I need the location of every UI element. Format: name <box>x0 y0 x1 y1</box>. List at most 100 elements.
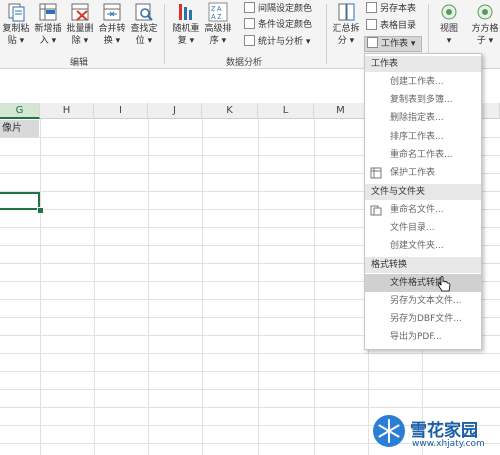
grid-line <box>0 353 500 354</box>
cell-g1[interactable]: 像片 <box>0 120 39 137</box>
column-header-g[interactable]: G <box>0 103 40 119</box>
summary-split-label-2: 分 ▾ <box>337 36 355 46</box>
group-data-analysis-label: 数据分析 <box>226 58 263 68</box>
interval-color-label: 间隔设定颜色 <box>258 4 313 14</box>
worksheet-label: 工作表 ▾ <box>381 39 416 49</box>
copy-paste-label-2: 贴 ▾ <box>7 36 25 46</box>
rename-files-label: 重命名文件... <box>390 205 444 215</box>
random-repeat-label-2: 复 ▾ <box>177 36 195 46</box>
find-locate-label-1: 查找定 <box>130 24 158 34</box>
insert-button[interactable]: 新增插 入 ▾ <box>34 2 62 47</box>
stats-analysis-button[interactable]: 统计与分析 ▾ <box>244 35 310 49</box>
copy-paste-button[interactable]: 复制粘 贴 ▾ <box>2 2 30 47</box>
menu-item-file-directory[interactable]: 文件目录... <box>365 219 481 237</box>
menu-item-delete-sheet[interactable]: 删除指定表... <box>365 109 481 127</box>
stats-analysis-label: 统计与分析 ▾ <box>258 37 311 47</box>
fill-handle[interactable] <box>37 207 44 214</box>
find-locate-icon <box>134 2 154 22</box>
grid-line <box>0 407 500 408</box>
menu-item-rename-sheet[interactable]: 重命名工作表... <box>365 146 481 164</box>
batch-delete-icon <box>70 2 90 22</box>
merge-convert-label-2: 换 ▾ <box>103 36 121 46</box>
sort-az-icon: Z AA Z <box>208 2 228 22</box>
watermark-logo: 雪花家园 www.xhjaty.com <box>368 410 500 455</box>
insert-label-2: 入 ▾ <box>39 36 57 46</box>
batch-delete-button[interactable]: 批量删 除 ▾ <box>66 2 94 47</box>
insert-label-1: 新增插 <box>34 24 62 34</box>
worksheet-dropdown-menu: 工作表 创建工作表... 复制表到多簿... 删除指定表... 排序工作表...… <box>364 53 482 350</box>
copy-paste-label-1: 复制粘 <box>2 24 30 34</box>
sheet-directory-icon <box>366 19 377 30</box>
column-header-m[interactable]: M <box>314 103 368 119</box>
copy-paste-icon <box>6 2 26 22</box>
summary-split-icon <box>336 2 356 22</box>
column-header-j[interactable]: J <box>148 103 202 119</box>
grid-line <box>202 119 203 455</box>
random-repeat-icon <box>176 2 196 22</box>
column-header-h[interactable]: H <box>40 103 94 119</box>
random-repeat-button[interactable]: 随机重 复 ▾ <box>172 2 200 47</box>
menu-section-format-conversion: 格式转换 <box>365 257 481 273</box>
rename-file-icon <box>370 205 382 216</box>
column-header-i[interactable]: I <box>94 103 148 119</box>
batch-delete-label-2: 除 ▾ <box>71 36 89 46</box>
menu-item-create-sheet[interactable]: 创建工作表... <box>365 73 481 91</box>
grid-line <box>0 389 500 390</box>
grid-line <box>0 371 500 372</box>
advanced-sort-label-2: 序 ▾ <box>209 36 227 46</box>
batch-delete-label-1: 批量删 <box>66 24 94 34</box>
svg-text:A Z: A Z <box>211 14 222 21</box>
merge-convert-button[interactable]: 合并转 换 ▾ <box>98 2 126 47</box>
sheet-directory-label: 表格目录 <box>380 21 417 31</box>
active-cell-selection[interactable] <box>0 192 40 210</box>
menu-item-copy-sheet-to-workbooks[interactable]: 复制表到多簿... <box>365 91 481 109</box>
column-header-k[interactable]: K <box>202 103 258 119</box>
menu-item-rename-files[interactable]: 重命名文件... <box>365 201 481 219</box>
menu-item-save-as-dbf[interactable]: 另存为DBF文件... <box>365 310 481 328</box>
find-locate-button[interactable]: 查找定 位 ▾ <box>130 2 158 47</box>
view-label-1: 视图 <box>439 24 458 34</box>
square-grid-label-2: 子 ▾ <box>476 36 494 46</box>
grid-line <box>314 119 315 455</box>
menu-item-sort-sheets[interactable]: 排序工作表... <box>365 128 481 146</box>
square-grid-button[interactable]: 方方格 子 ▾ <box>470 2 500 47</box>
grid-line <box>148 119 149 455</box>
advanced-sort-label-1: 高级排 <box>204 24 232 34</box>
view-label-2: ▾ <box>446 36 452 46</box>
worksheet-icon <box>367 37 378 48</box>
protect-sheet-label: 保护工作表 <box>390 168 436 178</box>
menu-section-files-folders: 文件与文件夹 <box>365 184 481 200</box>
interval-color-button[interactable]: 间隔设定颜色 <box>244 2 312 16</box>
save-sheet-label: 另存本表 <box>380 4 417 14</box>
view-button[interactable]: 视图 ▾ <box>434 2 464 47</box>
grid-line <box>94 119 95 455</box>
worksheet-menu-button[interactable]: 工作表 ▾ <box>364 36 422 52</box>
summary-split-button[interactable]: 汇总拆 分 ▾ <box>332 2 360 47</box>
summary-split-label-1: 汇总拆 <box>332 24 360 34</box>
watermark-url: www.xhjaty.com <box>412 439 485 449</box>
conditional-color-button[interactable]: 条件设定颜色 <box>244 18 312 32</box>
interval-color-icon <box>244 2 255 13</box>
sheet-directory-button[interactable]: 表格目录 <box>366 19 416 33</box>
conditional-color-icon <box>244 18 255 29</box>
merge-convert-label-1: 合并转 <box>98 24 126 34</box>
conditional-color-label: 条件设定颜色 <box>258 20 313 30</box>
menu-item-save-as-text[interactable]: 另存为文本文件... <box>365 292 481 310</box>
random-repeat-label-1: 随机重 <box>172 24 200 34</box>
merge-convert-icon <box>102 2 122 22</box>
menu-item-protect-sheet[interactable]: 保护工作表 <box>365 164 481 182</box>
hand-cursor-icon <box>437 276 451 292</box>
advanced-sort-button[interactable]: Z AA Z 高级排 序 ▾ <box>204 2 232 47</box>
menu-item-file-format-conversion[interactable]: 文件格式转换 <box>365 274 481 292</box>
menu-item-export-pdf[interactable]: 导出为PDF... <box>365 328 481 346</box>
grid-line <box>40 119 41 455</box>
save-sheet-button[interactable]: 另存本表 <box>366 2 416 16</box>
find-locate-label-2: 位 ▾ <box>135 36 153 46</box>
column-header-l[interactable]: L <box>258 103 314 119</box>
menu-item-create-folder[interactable]: 创建文件夹... <box>365 237 481 255</box>
square-grid-label-1: 方方格 <box>471 24 499 34</box>
insert-icon <box>38 2 58 22</box>
grid-line <box>258 119 259 455</box>
group-edit-label: 编辑 <box>70 58 89 68</box>
protect-sheet-icon <box>370 167 382 179</box>
